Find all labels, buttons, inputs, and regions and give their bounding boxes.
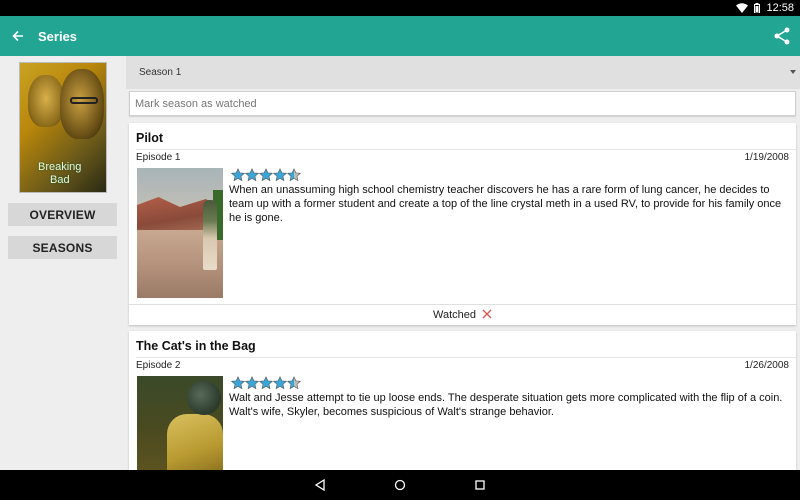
episode-description: Walt and Jesse attempt to tie up loose e…: [229, 392, 783, 418]
episode-description: When an unassuming high school chemistry…: [229, 184, 782, 224]
star-icon: [273, 168, 287, 182]
watched-label: Watched: [432, 309, 476, 321]
star-icon: [245, 168, 259, 182]
page-title: Series: [38, 28, 78, 44]
episode-air-date: 1/19/2008: [744, 152, 790, 163]
watched-toggle[interactable]: Watched: [129, 304, 796, 325]
episode-card[interactable]: Pilot Episode 1 1/19/2008 When an unassu…: [129, 123, 796, 325]
episode-thumbnail: [137, 168, 223, 298]
poster-title-line2: Bad: [50, 174, 70, 186]
episode-number: Episode 2: [136, 360, 181, 371]
episode-list-panel: Season 1 Mark season as watched Pilot Ep…: [126, 56, 800, 470]
recents-icon[interactable]: [472, 477, 488, 493]
star-icon: [245, 376, 259, 390]
poster-logo: Breaking Bad: [38, 161, 81, 187]
rating-stars: [231, 168, 301, 182]
episode-card[interactable]: The Cat's in the Bag Episode 2 1/26/2008…: [129, 331, 796, 470]
star-icon: [287, 168, 301, 182]
episode-air-date: 1/26/2008: [744, 360, 790, 371]
series-poster: Breaking Bad: [19, 62, 107, 193]
home-icon[interactable]: [392, 477, 408, 493]
battery-icon: [754, 3, 761, 13]
mark-season-watched-button[interactable]: Mark season as watched: [129, 91, 796, 116]
seasons-button[interactable]: SEASONS: [8, 236, 117, 259]
episode-number: Episode 1: [136, 152, 181, 163]
star-icon: [259, 376, 273, 390]
star-icon: [287, 376, 301, 390]
episode-thumbnail: [137, 376, 223, 470]
star-icon: [259, 168, 273, 182]
status-bar: 12:58: [0, 0, 800, 16]
poster-title-line1: Breaking: [38, 161, 82, 173]
star-icon: [231, 376, 245, 390]
app-bar: Series: [0, 16, 800, 56]
divider: [136, 149, 796, 150]
share-icon[interactable]: [770, 24, 794, 48]
divider: [136, 357, 796, 358]
episode-title: The Cat's in the Bag: [136, 339, 256, 353]
mark-season-watched-label: Mark season as watched: [135, 97, 257, 110]
overview-button[interactable]: OVERVIEW: [8, 203, 117, 226]
season-dropdown[interactable]: Season 1: [126, 56, 800, 89]
back-arrow-icon[interactable]: [0, 16, 36, 56]
rating-stars: [231, 376, 301, 390]
star-icon: [273, 376, 287, 390]
wifi-icon: [736, 3, 749, 13]
season-dropdown-value: Season 1: [139, 67, 182, 78]
system-nav-bar: [0, 470, 800, 500]
close-icon[interactable]: [482, 309, 492, 322]
dropdown-arrow-icon: [790, 70, 796, 74]
star-icon: [231, 168, 245, 182]
series-sidebar: Breaking Bad OVERVIEW SEASONS: [0, 56, 126, 470]
back-icon[interactable]: [312, 477, 328, 493]
episode-title: Pilot: [136, 131, 164, 145]
status-time: 12:58: [766, 2, 794, 14]
